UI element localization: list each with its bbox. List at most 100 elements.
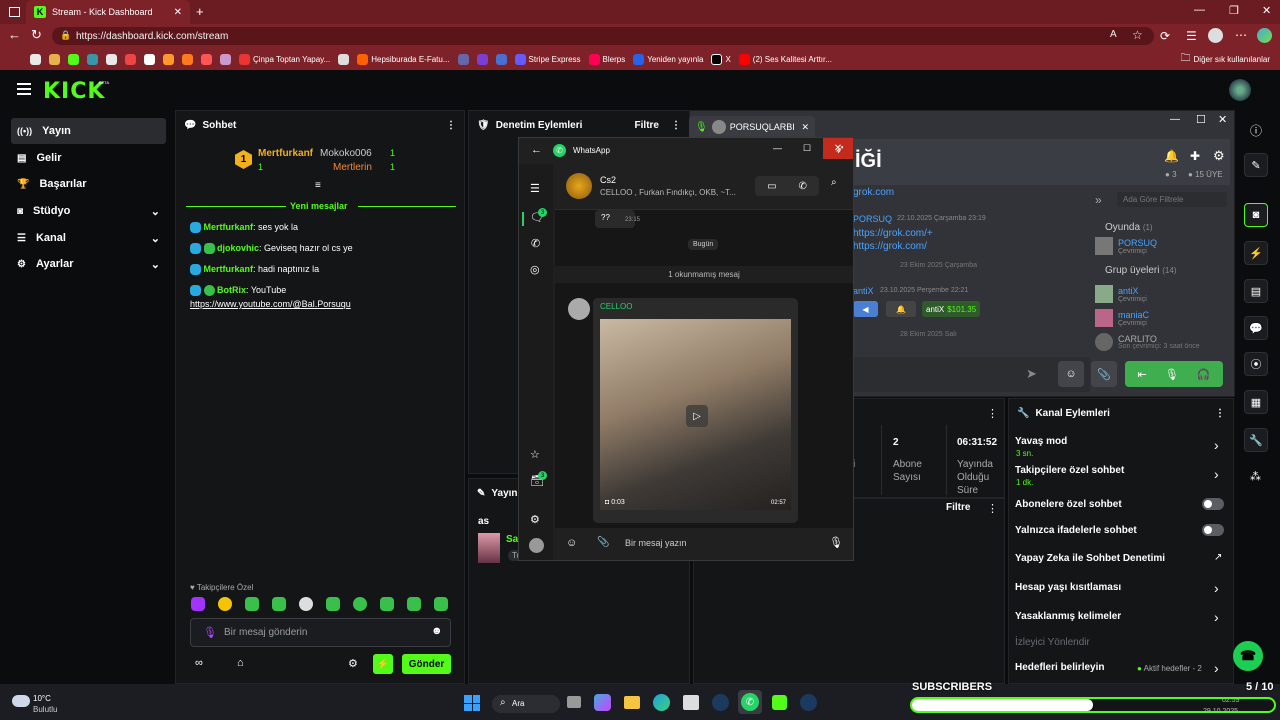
member-avatar[interactable] (1095, 237, 1113, 255)
layout-icon[interactable]: ▦ (1244, 390, 1268, 414)
weather-desc[interactable]: Bulutlu (33, 705, 57, 714)
profile-avatar[interactable] (529, 538, 544, 553)
bookmark-item[interactable]: Yeniden yayınla (633, 53, 703, 65)
tip-badge[interactable]: antiX $101.35 (922, 301, 981, 317)
account-age-option[interactable]: Hesap yaşı kısıtlaması (1015, 582, 1121, 593)
discord-tab[interactable]: 🎙 PORSUQLARBI ✕ (689, 116, 815, 138)
chevron-right-icon[interactable]: › (1214, 580, 1219, 596)
member-avatar[interactable] (1095, 309, 1113, 327)
minimize-window-icon[interactable]: — (1170, 114, 1180, 125)
emoji-icon[interactable]: ☺ (566, 537, 577, 549)
back-icon[interactable]: ← (531, 144, 542, 156)
maximize-window-icon[interactable]: ☐ (1196, 113, 1206, 126)
notification-bell-icon[interactable]: 🔔 (1164, 149, 1179, 163)
bookmark-favicon-icon[interactable] (144, 53, 155, 65)
more-options-icon[interactable]: ⋮ (446, 120, 456, 131)
maximize-window-icon[interactable]: ☐ (803, 143, 811, 154)
camera-icon[interactable]: ◙ (1244, 203, 1268, 227)
settings-gear-icon[interactable]: ⚙ (1213, 148, 1225, 164)
steam-icon[interactable] (712, 694, 729, 711)
chat-icon[interactable]: 💬 (1244, 316, 1268, 340)
member-search-input[interactable]: Ada Göre Filtrele (1117, 192, 1227, 207)
set-goals-option[interactable]: Hedefleri belirleyin (1015, 662, 1104, 673)
bell-reaction-button[interactable]: 🔔 (886, 301, 916, 317)
minimize-window-icon[interactable]: — (773, 143, 782, 153)
microphone-icon[interactable]: 🎙 (1165, 368, 1179, 381)
banned-words-option[interactable]: Yasaklanmış kelimeler (1015, 611, 1121, 622)
bot-command-icon[interactable]: ⚡ (373, 654, 393, 674)
bookmark-favicon-icon[interactable] (68, 53, 79, 65)
external-link-icon[interactable]: ↗ (1214, 552, 1222, 563)
subs-chat-toggle[interactable] (1202, 498, 1224, 510)
member-name[interactable]: PORSUQ (1118, 238, 1157, 248)
followers-chat-option[interactable]: Takipçilere özel sohbet (1015, 465, 1124, 476)
refresh-icon[interactable]: ↻ (31, 27, 42, 43)
bookmark-favicon-icon[interactable] (30, 53, 41, 65)
more-options-icon[interactable]: ⋯ (1235, 28, 1247, 42)
kick-app-icon[interactable] (772, 695, 787, 710)
sidebar-item-kanal[interactable]: ☰ Kanal ⌄ (11, 225, 166, 251)
attach-icon[interactable]: 📎 (597, 537, 609, 548)
bookmark-favicon-icon[interactable] (457, 53, 469, 65)
restore-window-icon[interactable]: ❐ (1229, 4, 1239, 17)
emote-icon[interactable] (272, 597, 286, 611)
group-avatar[interactable] (566, 173, 592, 199)
notes-icon[interactable]: ▤ (1244, 279, 1268, 303)
settings-gear-icon[interactable]: ⚙ (530, 513, 540, 526)
emote-icon[interactable] (326, 597, 340, 611)
emote-icon[interactable] (245, 597, 259, 611)
ai-moderation-option[interactable]: Yapay Zeka ile Sohbet Denetimi (1015, 553, 1165, 564)
bookmark-favicon-icon[interactable] (495, 53, 507, 65)
url-field[interactable]: 🔒 https://dashboard.kick.com/stream A ☆ (52, 27, 1154, 45)
lightning-icon[interactable]: ⚡ (1244, 241, 1268, 265)
support-chat-icon[interactable]: ☎ (1233, 641, 1263, 671)
wrench-icon[interactable]: 🔧 (1244, 428, 1268, 452)
calls-icon[interactable]: ✆ (531, 237, 540, 250)
user-thumbnail[interactable] (478, 533, 500, 563)
bookmark-item[interactable]: Blerps (588, 53, 625, 65)
copilot-icon[interactable] (1257, 28, 1272, 43)
chevron-right-icon[interactable]: › (1214, 437, 1219, 453)
more-tools-icon[interactable]: ⁂ (1250, 470, 1261, 483)
member-name[interactable]: antiX (1118, 286, 1139, 296)
read-aloud-icon[interactable]: A (1110, 29, 1117, 40)
menu-icon[interactable]: ☰ (530, 182, 540, 195)
sender-name[interactable]: CELLOO (600, 302, 632, 311)
message-link[interactable]: grok.com (853, 187, 894, 198)
status-icon[interactable]: ◎ (530, 263, 540, 276)
bookmark-favicon-icon[interactable] (476, 53, 488, 65)
favorites-icon[interactable]: ☰ (1186, 29, 1197, 43)
member-name[interactable]: maniaC (1118, 310, 1149, 320)
send-icon[interactable]: ➤ (1026, 366, 1037, 382)
more-options-icon[interactable]: ⋮ (987, 407, 998, 420)
message-link[interactable]: https://grok.com/+ (853, 228, 933, 239)
other-bookmarks[interactable]: 🗀 Diğer sık kullanılanlar (1181, 51, 1270, 68)
more-options-icon[interactable]: ⋮ (671, 120, 681, 131)
bookmark-favicon-icon[interactable] (182, 53, 193, 65)
broadcast-icon[interactable]: ⦿ (1244, 352, 1268, 376)
member-avatar[interactable] (1095, 333, 1113, 351)
close-window-icon[interactable]: ✕ (1262, 4, 1271, 17)
favorite-star-icon[interactable]: ☆ (1132, 28, 1143, 42)
chat-name[interactable]: Cs2 (600, 175, 616, 185)
chat-link[interactable]: https://www.youtube.com/@Bal.Porsuqu (190, 298, 351, 310)
steam-icon[interactable] (800, 694, 817, 711)
reaction-button[interactable]: ◀ (853, 301, 878, 317)
member-avatar[interactable] (1095, 285, 1113, 303)
edit-stream-icon[interactable]: ✎ (1244, 153, 1268, 177)
headphones-icon[interactable]: 🎧 (1197, 368, 1211, 381)
bookmark-favicon-icon[interactable] (106, 53, 117, 65)
sidebar-item-yayin[interactable]: ((•)) Yayın (11, 118, 166, 144)
new-tab-icon[interactable]: + (196, 4, 204, 19)
minimize-window-icon[interactable]: — (1194, 4, 1205, 16)
collapse-leaderboard-icon[interactable]: ≡ (315, 180, 321, 191)
emote-icon[interactable] (353, 597, 367, 611)
emote-icon[interactable] (434, 597, 448, 611)
windows-start-icon[interactable] (464, 695, 480, 711)
chevron-right-icon[interactable]: › (1214, 466, 1219, 482)
taskbar-search[interactable]: ⌕ Ara (492, 695, 560, 713)
sidebar-item-ayarlar[interactable]: ⚙ Ayarlar ⌄ (11, 251, 166, 277)
message-link[interactable]: https://grok.com/ (853, 241, 927, 252)
leader-3-name[interactable]: Mertlerin (333, 162, 372, 173)
store-icon[interactable]: ⌂ (237, 657, 244, 669)
